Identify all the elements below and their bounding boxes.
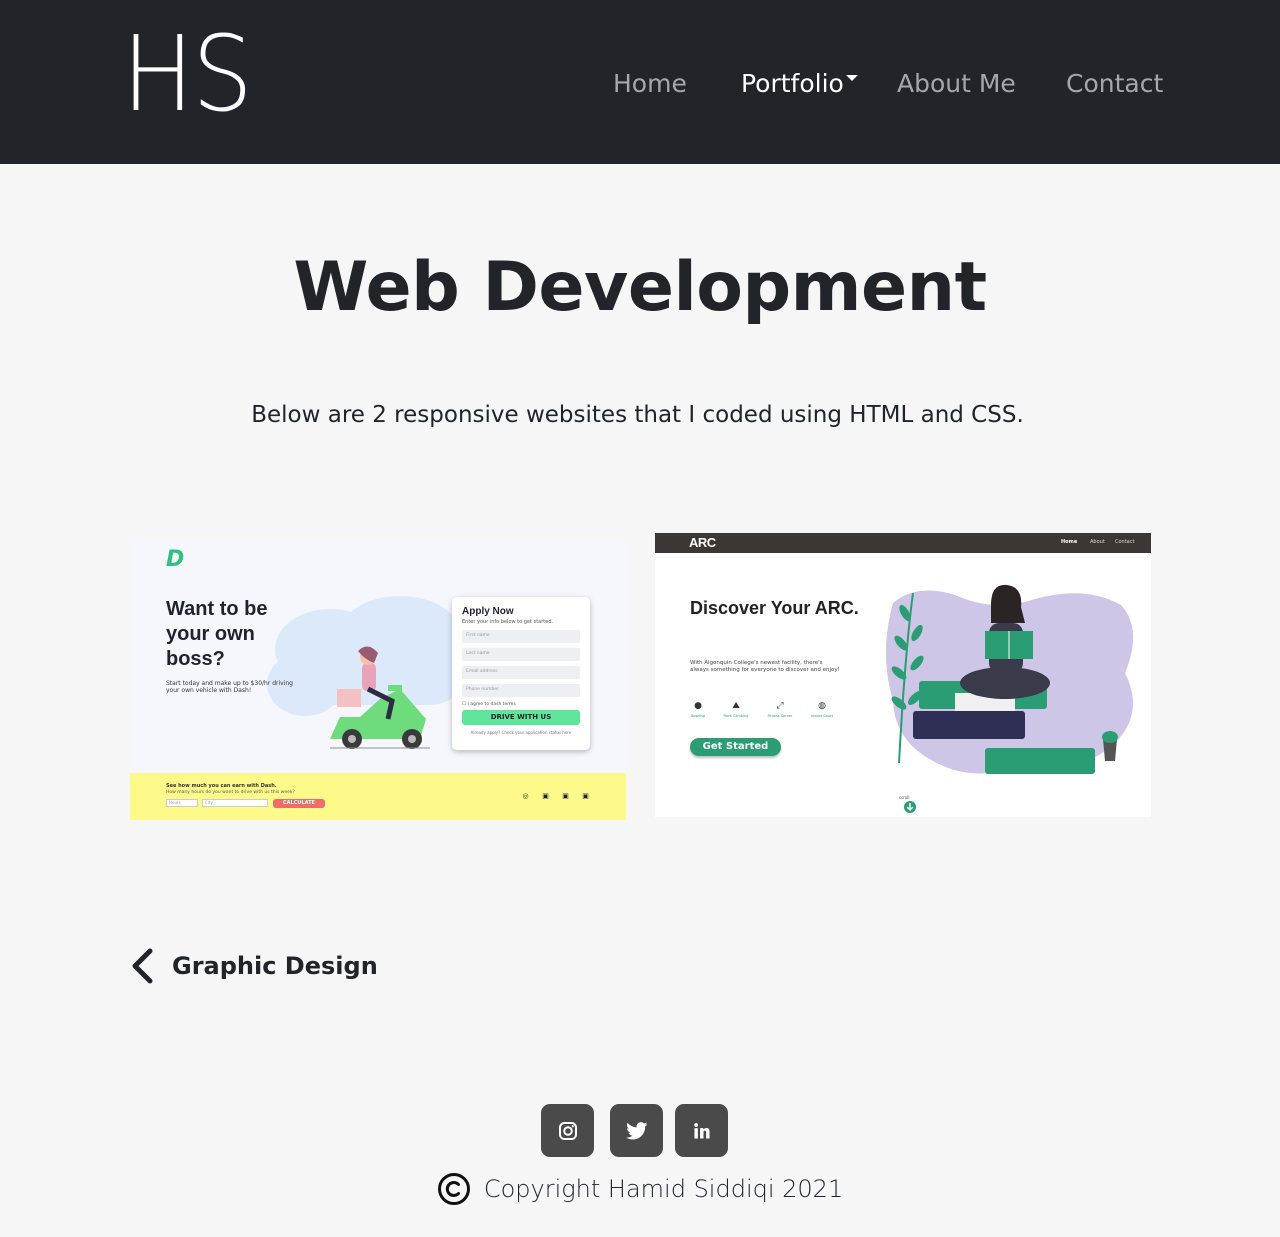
dash-footer-title: See how much you can earn with Dash. <box>166 783 277 789</box>
bowling-icon: ● <box>694 701 702 711</box>
arc-feature-fitness: Fitness Center <box>767 714 793 718</box>
facebook-icon: ▣ <box>562 792 569 800</box>
back-link-label: Graphic Design <box>172 952 378 980</box>
arc-illustration <box>886 584 1134 813</box>
arc-feature-bowling: Bowling <box>691 714 705 718</box>
copyright: Copyright Hamid Siddiqi 2021 <box>0 1168 1280 1210</box>
dash-field-first-name: First name <box>462 630 580 643</box>
arc-feature-climbing: Rock Climbing <box>723 714 749 718</box>
rock-climbing-icon: ⛰ <box>732 701 740 711</box>
linkedin-icon <box>693 1122 710 1139</box>
dash-drive-button: DRIVE WITH US <box>462 710 580 725</box>
dash-apply-form: Apply Now Enter your info below to get s… <box>452 597 590 750</box>
dash-terms-label: I agree to dash terms <box>467 702 516 707</box>
court-icon: ◍ <box>818 701 826 711</box>
dash-form-subtitle: Enter your info below to get started. <box>462 619 554 625</box>
dash-footer-subtitle: How many hours do you want to drive with… <box>166 790 295 795</box>
fitness-icon: ⤢ <box>776 701 784 711</box>
dash-footer-hours-input: Hours <box>166 799 198 807</box>
nav-portfolio-label: Portfolio <box>741 69 844 98</box>
nav-home[interactable]: Home <box>613 66 687 102</box>
dash-field-email: Email address <box>462 666 580 679</box>
arc-paragraph: With Algonquin College's newest facility… <box>690 660 840 673</box>
dash-calculate-button: CALCULATE <box>273 799 325 808</box>
project-dash-screenshot[interactable]: D Want to be your own boss? Start today … <box>130 539 626 820</box>
page-description: Below are 2 responsive websites that I c… <box>251 402 1024 428</box>
linkedin-icon: ▣ <box>582 792 589 800</box>
arc-feature-court: Indoor Court <box>811 714 833 718</box>
site-logo[interactable]: HS <box>122 18 253 130</box>
arc-get-started-button: Get Started <box>690 738 781 756</box>
dash-subtext: Start today and make up to $30/hr drivin… <box>166 680 293 694</box>
copyright-icon <box>437 1173 470 1205</box>
dash-footer: See how much you can earn with Dash. How… <box>130 773 626 820</box>
nav-contact[interactable]: Contact <box>1066 66 1163 102</box>
dash-terms-checkbox: ☐ I agree to dash terms <box>462 702 516 707</box>
dash-footer-city-input: City <box>202 799 268 807</box>
twitter-button[interactable] <box>610 1104 663 1157</box>
navbar: HS Home Portfolio About Me Contact <box>0 0 1280 164</box>
caret-down-icon <box>845 75 858 81</box>
linkedin-button[interactable] <box>675 1104 728 1157</box>
instagram-icon: ◎ <box>522 792 529 800</box>
instagram-button[interactable] <box>541 1104 594 1157</box>
copyright-text: Copyright Hamid Siddiqi 2021 <box>483 1175 844 1203</box>
page-title: Web Development <box>293 248 987 327</box>
dash-form-note: Already apply? Check your application st… <box>470 730 572 735</box>
twitter-icon <box>625 1121 647 1139</box>
nav-about[interactable]: About Me <box>897 66 1016 102</box>
twitter-icon: ▣ <box>542 792 549 800</box>
dash-heading: Want to be your own boss? <box>166 598 268 670</box>
dash-form-title: Apply Now <box>462 606 514 617</box>
dash-field-phone: Phone number <box>462 684 580 697</box>
dash-logo: D <box>166 547 184 572</box>
arc-scroll-label: scroll <box>899 795 910 800</box>
dash-field-last-name: Last name <box>462 648 580 661</box>
nav-portfolio[interactable]: Portfolio <box>741 66 858 102</box>
arc-heading: Discover Your ARC. <box>690 598 859 618</box>
chevron-left-icon <box>132 948 153 984</box>
project-arc-screenshot[interactable]: ARC Home About Contact Discover Your ARC… <box>655 533 1151 817</box>
instagram-icon <box>558 1121 577 1140</box>
